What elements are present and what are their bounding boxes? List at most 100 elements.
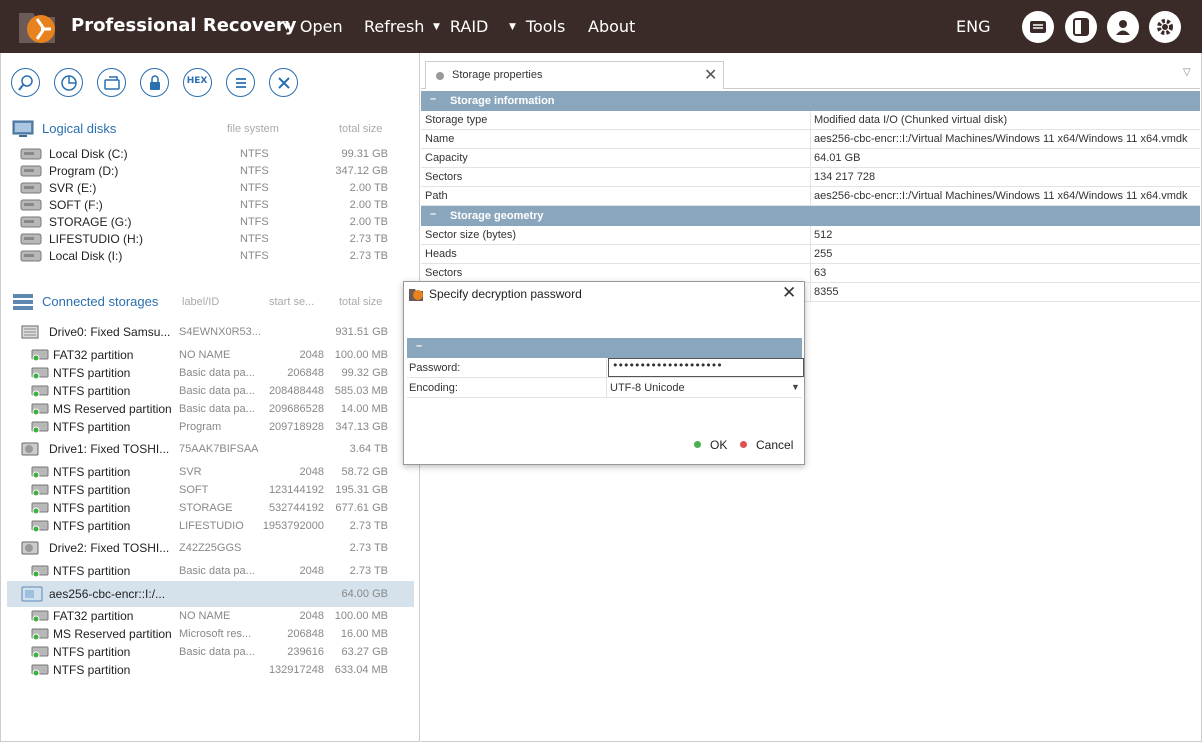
property-row[interactable]: Name aes256-cbc-encr::I:/Virtual Machines… [421,130,1200,149]
menu-tools[interactable]: ▼ Tools [509,17,565,36]
menu-refresh[interactable]: Refresh [364,17,424,36]
panel-button[interactable] [1065,11,1097,43]
partition-row[interactable]: NTFS partition 132917248 633.04 MB [7,661,414,679]
property-key: Capacity [425,152,468,164]
property-row[interactable]: Storage type Modified data I/O (Chunked v… [421,111,1200,130]
partition-row[interactable]: NTFS partition Basic data pa... 239616 63.2… [7,643,414,661]
storage-label: LIFESTUDIO [179,520,244,532]
tab-storage-properties[interactable]: Storage properties ✕ [425,61,724,89]
button-label: Cancel [756,438,794,452]
logical-disk-row[interactable]: Local Disk (C:) NTFS 99.31 GB [7,145,414,163]
partition-row[interactable]: NTFS partition LIFESTUDIO 1953792000 2.73 T… [7,517,414,535]
column-header-start-sector[interactable]: start se... [269,296,314,308]
column-header-label[interactable]: label/ID [182,296,219,308]
logical-disk-row[interactable]: Local Disk (I:) NTFS 2.73 TB [7,247,414,265]
property-key: Heads [425,248,457,260]
account-button[interactable] [1107,11,1139,43]
disk-size: 2.00 TB [349,199,388,211]
partition-row[interactable]: NTFS partition Program 209718928 347.13 GB [7,418,414,436]
storage-device-row[interactable]: Drive1: Fixed TOSHI... 75AAK7BIFSAA 3.64 T… [7,440,414,458]
logical-disk-row[interactable]: LIFESTUDIO (H:) NTFS 2.73 TB [7,230,414,248]
property-group-header[interactable]: – Storage geometry [421,206,1200,226]
list-button[interactable] [226,68,255,97]
property-value: aes256-cbc-encr::I:/Virtual Machines/Win… [814,133,1188,145]
column-header-size[interactable]: total size [339,123,382,135]
partition-row[interactable]: FAT32 partition NO NAME 2048 100.00 MB [7,346,414,364]
partition-icon [31,466,49,478]
search-button[interactable] [11,68,40,97]
property-group-header[interactable]: – Storage information [421,91,1200,111]
app-logo-icon [409,289,423,301]
partition-row[interactable]: NTFS partition SVR 2048 58.72 GB [7,463,414,481]
tab-close-icon[interactable]: ✕ [704,65,717,84]
close-storage-button[interactable] [269,68,298,97]
dropdown-arrow-icon[interactable]: ▼ [791,382,800,392]
settings-button[interactable] [1149,11,1181,43]
partition-icon [31,628,49,640]
menu-raid[interactable]: ▼ RAID [433,17,488,36]
ok-button[interactable]: OK [694,438,727,452]
logical-disk-row[interactable]: SOFT (F:) NTFS 2.00 TB [7,196,414,214]
storage-device-row[interactable]: Drive0: Fixed Samsu... S4EWNX0R53... 931.5… [7,323,414,341]
storage-name: Drive1: Fixed TOSHI... [49,442,170,456]
storage-start-sector: 132917248 [268,664,324,676]
logical-disk-row[interactable]: STORAGE (G:) NTFS 2.00 TB [7,213,414,231]
disk-icon [20,148,42,160]
language-selector[interactable]: ENG [956,17,990,36]
partition-icon [31,502,49,514]
message-icon [1030,21,1046,33]
property-row[interactable]: Path aes256-cbc-encr::I:/Virtual Machines… [421,187,1200,206]
menu-open[interactable]: ▼ Open [283,17,343,36]
partition-row[interactable]: FAT32 partition NO NAME 2048 100.00 MB [7,607,414,625]
storage-size: 63.27 GB [341,646,388,658]
messages-button[interactable] [1022,11,1054,43]
tab-menu-icon[interactable]: ▽ [1183,67,1191,78]
column-header-filesystem[interactable]: file system [227,123,279,135]
monitor-icon [12,120,34,137]
storage-name: NTFS partition [53,564,131,578]
cancel-button[interactable]: Cancel [740,438,793,452]
disk-filesystem: NTFS [240,182,269,194]
encoding-select[interactable]: UTF-8 Unicode [610,382,685,394]
storage-device-row[interactable]: Drive2: Fixed TOSHI... Z42Z25GGS 2.73 TB [7,539,414,557]
create-image-button[interactable] [97,68,126,97]
partition-icon [31,646,49,658]
partition-row[interactable]: NTFS partition Basic data pa... 208488448 5… [7,382,414,400]
property-row[interactable]: Sector size (bytes) 512 [421,226,1200,245]
menu-about[interactable]: About [588,17,635,36]
storage-start-sector: 209718928 [268,421,324,433]
logical-disk-row[interactable]: SVR (E:) NTFS 2.00 TB [7,179,414,197]
partition-row[interactable]: MS Reserved partition Microsoft res... 206… [7,625,414,643]
lock-icon [150,75,160,90]
storage-device-row[interactable]: aes256-cbc-encr::I:/... 64.00 GB [7,581,414,607]
property-row[interactable]: Heads 255 [421,245,1200,264]
partition-row[interactable]: NTFS partition SOFT 123144192 195.31 GB [7,481,414,499]
partition-row[interactable]: NTFS partition STORAGE 532744192 677.61 GB [7,499,414,517]
dialog-close-icon[interactable]: ✕ [782,283,796,303]
scan-button[interactable] [54,68,83,97]
column-divider [606,358,607,378]
property-key: Sectors [425,267,463,279]
connected-storages-header: Connected storages label/ID start se... … [12,292,412,312]
property-row[interactable]: Sectors 134 217 728 [421,168,1200,187]
disk-filesystem: NTFS [240,148,269,160]
partition-row[interactable]: MS Reserved partition Basic data pa... 209… [7,400,414,418]
property-row[interactable]: Capacity 64.01 GB [421,149,1200,168]
partition-row[interactable]: NTFS partition Basic data pa... 2048 2.73 T… [7,562,414,580]
disk-filesystem: NTFS [240,199,269,211]
logical-disk-row[interactable]: Program (D:) NTFS 347.12 GB [7,162,414,180]
menu-label: Refresh [364,17,425,36]
dialog-group-band[interactable]: – [407,338,802,358]
column-header-size[interactable]: total size [339,296,382,308]
disk-filesystem: NTFS [240,250,269,262]
column-divider [810,130,811,149]
disk-icon [20,165,42,177]
storage-start-sector: 206848 [287,628,324,640]
hex-viewer-button[interactable]: HEX [183,68,212,97]
decrypt-button[interactable] [140,68,169,97]
storage-label: S4EWNX0R53... [179,326,261,338]
partition-icon [31,520,49,532]
partition-row[interactable]: NTFS partition Basic data pa... 206848 99.3… [7,364,414,382]
storage-start-sector: 532744192 [268,502,324,514]
password-input[interactable]: •••••••••••••••••••• [608,358,804,377]
